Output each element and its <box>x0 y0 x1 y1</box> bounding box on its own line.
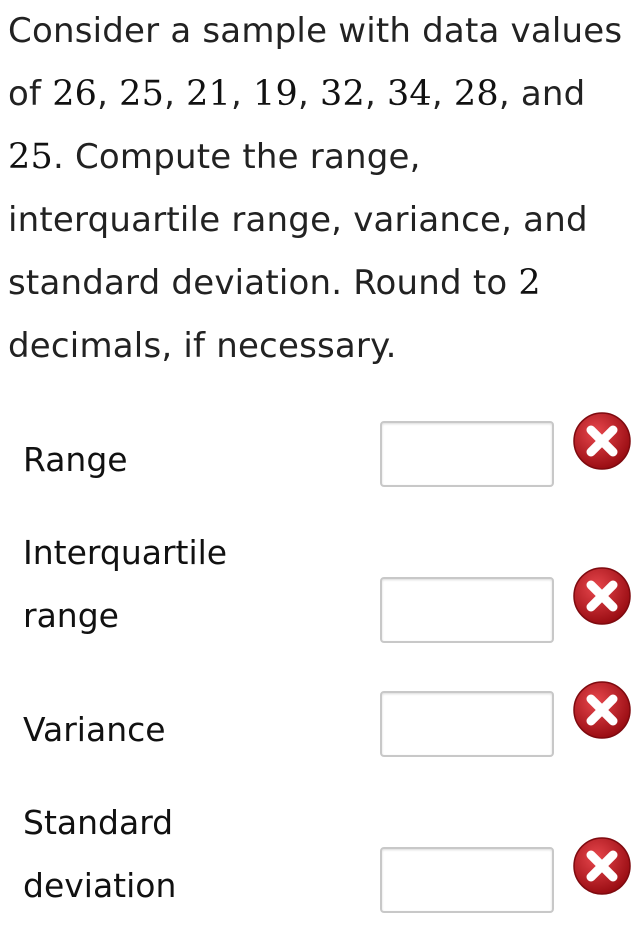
data-value: 21 <box>186 74 232 114</box>
decimal-places: 2 <box>518 263 541 303</box>
field-label-std-dev: Standard deviation <box>23 803 177 905</box>
data-value: 28 <box>453 74 499 114</box>
data-value: 34 <box>386 74 432 114</box>
field-label-range: Range <box>23 440 128 479</box>
data-value: 32 <box>320 74 365 114</box>
x-circle-icon <box>573 837 631 895</box>
variance-input[interactable] <box>380 691 554 757</box>
data-value: 26 <box>52 74 98 114</box>
x-circle-icon <box>573 412 631 470</box>
x-circle-icon <box>573 681 631 739</box>
std-dev-input[interactable] <box>380 847 554 913</box>
data-value: 25 <box>119 74 165 114</box>
iqr-input[interactable] <box>380 577 554 643</box>
data-value: 19 <box>253 74 298 114</box>
field-label-iqr: Interquartile range <box>23 533 228 635</box>
question-text: Consider a sample with data values of 26… <box>8 11 623 366</box>
x-circle-icon <box>573 567 631 625</box>
field-label-variance: Variance <box>23 710 166 749</box>
range-input[interactable] <box>380 421 554 487</box>
data-value: 25 <box>8 137 53 177</box>
